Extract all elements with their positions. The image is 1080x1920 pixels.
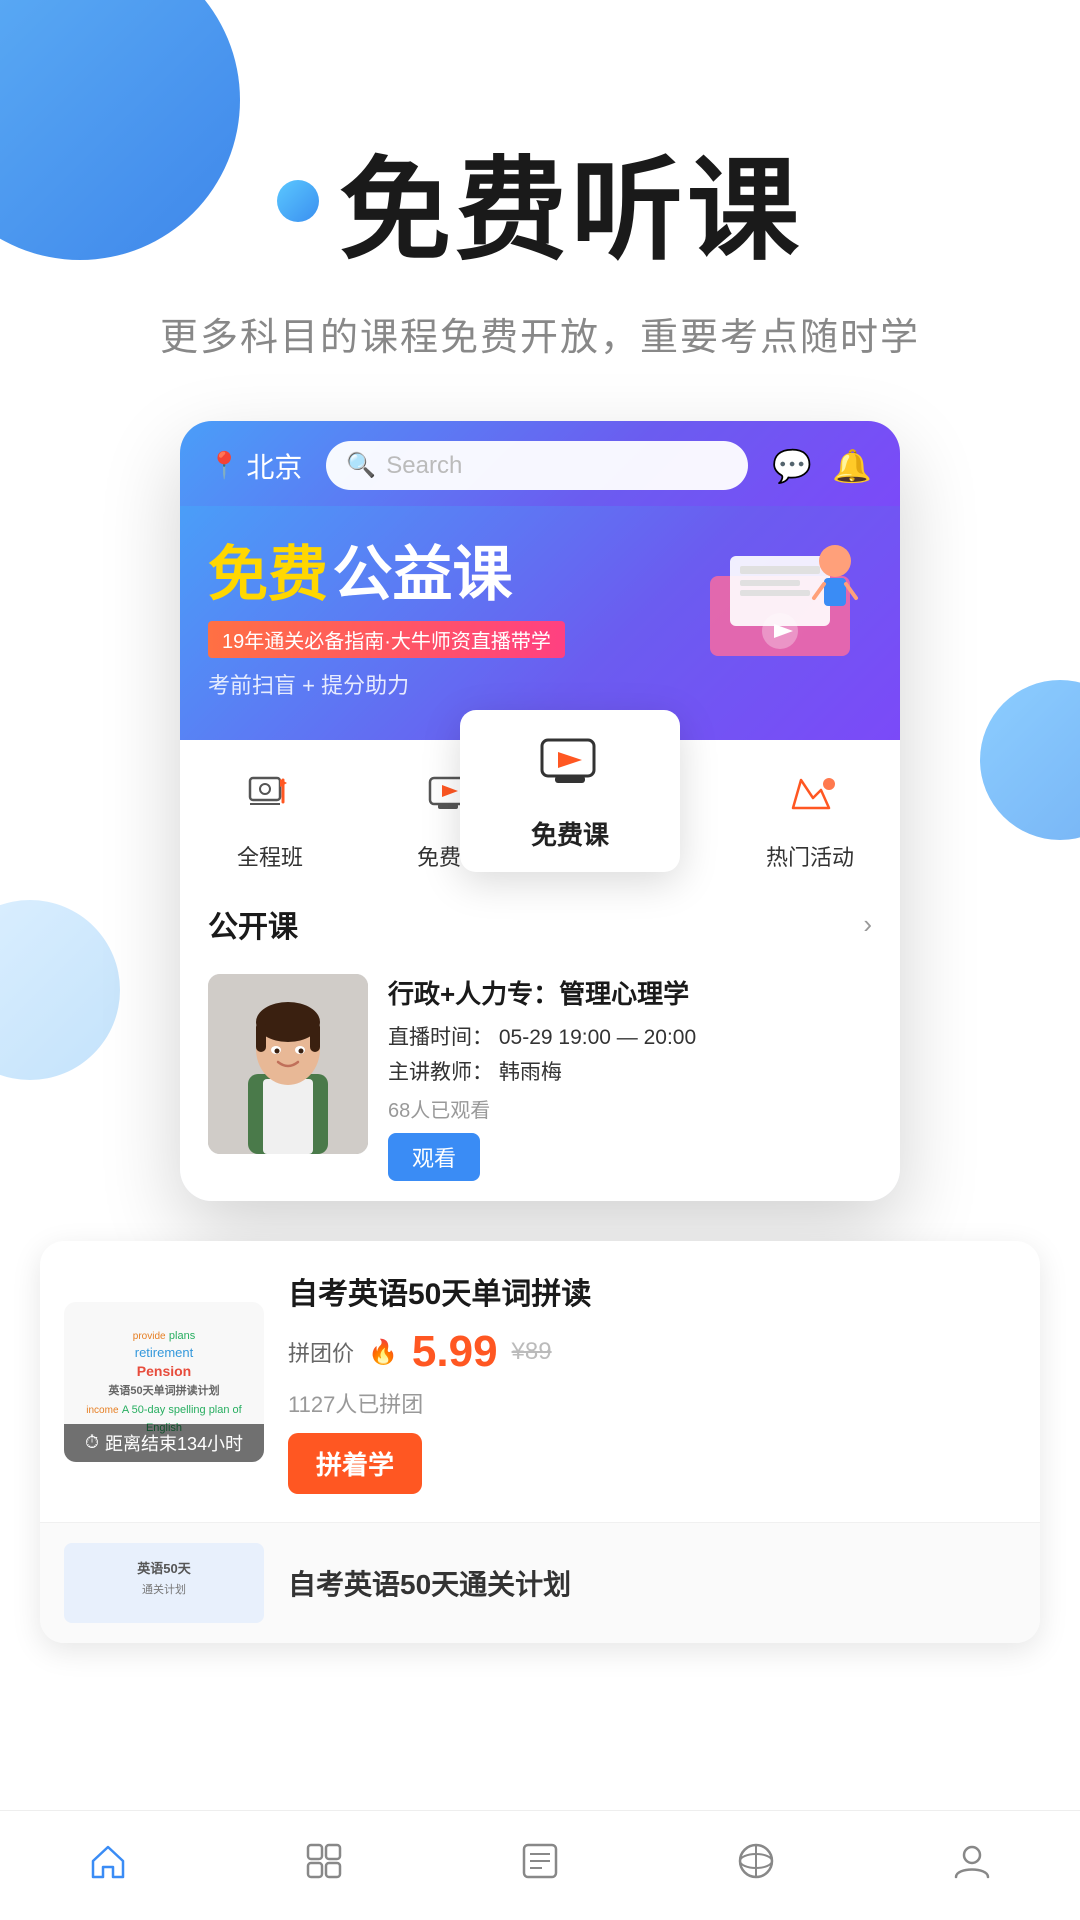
svg-text:英语50天: 英语50天: [136, 1561, 191, 1576]
banner-illustration: [680, 516, 880, 676]
search-placeholder-text: Search: [386, 452, 462, 480]
hero-title-row: 免费听课: [0, 120, 1080, 282]
popup-label: 免费课: [531, 815, 609, 852]
course-name: 行政+人力专：管理心理学: [388, 974, 872, 1011]
banner-tag: 19年通关必备指南·大牛师资直播带学: [208, 621, 565, 658]
watch-button[interactable]: 观看: [388, 1133, 480, 1181]
list-icon: [520, 1841, 560, 1891]
nav-icon-quanchengban[interactable]: 全程班: [180, 760, 360, 872]
hotactivities-icon: [775, 760, 845, 830]
bottom-navigation: [0, 1810, 1080, 1920]
product-title-1: 自考英语50天单词拼读: [288, 1269, 1016, 1313]
broadcast-label: 直播时间：: [388, 1026, 493, 1049]
public-course-arrow[interactable]: ›: [863, 909, 872, 940]
product-title-2: 自考英语50天通关计划: [288, 1563, 571, 1603]
public-course-title: 公开课: [208, 902, 298, 946]
course-info: 行政+人力专：管理心理学 直播时间： 05-29 19:00 — 20:00 主…: [388, 974, 872, 1181]
course-card: 行政+人力专：管理心理学 直播时间： 05-29 19:00 — 20:00 主…: [180, 958, 900, 1201]
product-card-1: provide plans retirement Pension 英语50天单词…: [40, 1241, 1040, 1523]
discover-icon: [736, 1841, 776, 1891]
message-icon[interactable]: 💬: [772, 447, 812, 485]
courses-icon: [304, 1841, 344, 1891]
banner-free-text: 免费: [208, 541, 328, 608]
nav-icon-hotactivities[interactable]: 热门活动: [720, 760, 900, 872]
popup-card-icon: [535, 730, 605, 805]
price-value: 5.99: [412, 1327, 498, 1377]
teacher-name-value: 韩雨梅: [499, 1061, 562, 1084]
quanchengban-icon: [235, 760, 305, 830]
hero-dot-decoration: [277, 180, 319, 222]
price-original: ¥89: [512, 1338, 552, 1366]
location-button[interactable]: 📍 北京: [208, 446, 302, 486]
product-card-2-preview[interactable]: 英语50天 通关计划 自考英语50天通关计划: [40, 1523, 1040, 1643]
nav-item-profile[interactable]: [952, 1841, 992, 1891]
profile-icon: [952, 1841, 992, 1891]
product-thumb-1: provide plans retirement Pension 英语50天单词…: [64, 1302, 264, 1462]
svg-text:通关计划: 通关计划: [142, 1582, 186, 1596]
search-bar[interactable]: 🔍 Search: [326, 441, 748, 490]
price-icon: 🔥: [368, 1338, 398, 1367]
countdown-text: 距离结束134小时: [105, 1430, 243, 1456]
nav-item-discover[interactable]: [736, 1841, 776, 1891]
price-label: 拼团价: [288, 1336, 354, 1368]
nav-icons-row: 全程班 免费课: [180, 740, 900, 882]
teacher-info: 主讲教师： 韩雨梅: [388, 1056, 872, 1086]
clock-icon: ⏱: [85, 1432, 99, 1453]
location-icon: 📍: [208, 450, 240, 481]
banner-main-text: 公益课: [332, 541, 512, 608]
group-count: 1127人已拼团: [288, 1387, 1016, 1419]
broadcast-time: 直播时间： 05-29 19:00 — 20:00: [388, 1021, 872, 1051]
product-price-row: 拼团价 🔥 5.99 ¥89: [288, 1327, 1016, 1377]
nav-label-hotactivities: 热门活动: [766, 840, 854, 872]
teacher-label: 主讲教师：: [388, 1061, 493, 1084]
public-course-header: 公开课 ›: [180, 882, 900, 958]
nav-item-home[interactable]: [88, 1841, 128, 1891]
teacher-avatar: [208, 974, 368, 1154]
location-text: 北京: [246, 446, 302, 486]
app-topbar: 📍 北京 🔍 Search 💬 🔔: [180, 421, 900, 506]
banner: 免费 公益课 19年通关必备指南·大牛师资直播带学 考前扫盲 + 提分助力: [180, 506, 900, 740]
group-buy-button[interactable]: 拼着学: [288, 1433, 422, 1494]
hero-title: 免费听课: [339, 120, 803, 282]
product-countdown: ⏱ 距离结束134小时: [64, 1424, 264, 1462]
product-thumb-2: 英语50天 通关计划: [64, 1543, 264, 1623]
broadcast-time-value: 05-29 19:00 — 20:00: [499, 1026, 696, 1049]
notification-icon[interactable]: 🔔: [832, 447, 872, 485]
nav-item-courses[interactable]: [304, 1841, 344, 1891]
product-info-1: 自考英语50天单词拼读 拼团价 🔥 5.99 ¥89 1127人已拼团 拼着学: [288, 1269, 1016, 1494]
hero-section: 免费听课 更多科目的课程免费开放，重要考点随时学: [0, 0, 1080, 361]
watch-count: 68人已观看: [388, 1094, 872, 1123]
popup-card-mifeike: 免费课: [460, 710, 680, 872]
phone-mockup-wrapper: 📍 北京 🔍 Search 💬 🔔 免费 公益课 19年通关必备指: [0, 421, 1080, 1241]
home-icon: [88, 1841, 128, 1891]
phone-mockup: 📍 北京 🔍 Search 💬 🔔 免费 公益课 19年通关必备指: [180, 421, 900, 1201]
nav-item-list[interactable]: [520, 1841, 560, 1891]
search-icon: 🔍: [346, 451, 376, 480]
product-cards-section: provide plans retirement Pension 英语50天单词…: [40, 1241, 1040, 1643]
word-cloud: provide plans retirement Pension 英语50天单词…: [74, 1327, 254, 1436]
hero-subtitle: 更多科目的课程免费开放，重要考点随时学: [0, 306, 1080, 361]
topbar-icons: 💬 🔔: [772, 447, 872, 485]
nav-label-quanchengban: 全程班: [237, 840, 303, 872]
